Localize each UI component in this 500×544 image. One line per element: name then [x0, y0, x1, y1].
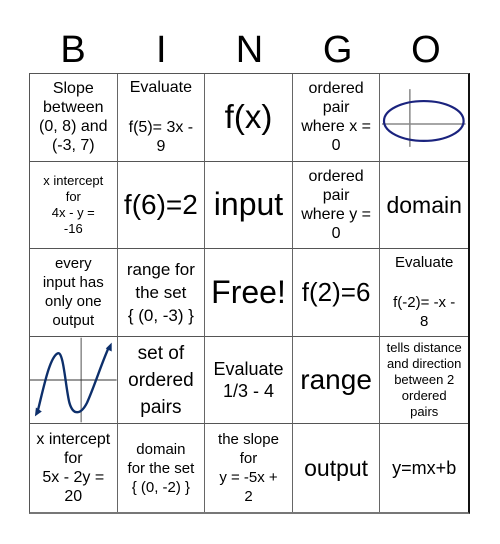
cell-text: output: [304, 455, 369, 482]
bingo-cell[interactable]: tells distance and direction between 2 o…: [380, 337, 468, 425]
bingo-cell[interactable]: input: [205, 161, 293, 250]
bingo-cell[interactable]: Evaluate f(5)= 3x - 9: [117, 74, 206, 162]
bingo-cell[interactable]: output: [293, 424, 381, 512]
cell-text: every input has only one output: [42, 255, 104, 330]
cell-text: set of ordered pairs: [128, 342, 194, 418]
cell-text: range for the set { (0, -3) }: [126, 259, 195, 325]
bingo-cell[interactable]: range: [292, 336, 381, 425]
cell-text: domain: [386, 191, 462, 218]
cell-expression: f(5)= 3x - 9: [128, 119, 194, 156]
cell-text: the slope for y = -5x + 2: [218, 431, 279, 506]
bingo-cell[interactable]: Slope between (0, 8) and (-3, 7): [30, 74, 118, 162]
bingo-cell[interactable]: ordered pair where x = 0: [292, 74, 381, 162]
bingo-cell[interactable]: range for the set { (0, -3) }: [117, 249, 206, 337]
bingo-cell[interactable]: set of ordered pairs: [117, 336, 206, 425]
header-letter-i: I: [156, 29, 167, 71]
bingo-cell[interactable]: every input has only one output: [30, 249, 118, 337]
cell-text: Evaluate 1/3 - 4: [213, 359, 284, 402]
cell-text: f(6)=2: [123, 188, 198, 220]
cell-text: tells distance and direction between 2 o…: [386, 340, 462, 420]
bingo-cell[interactable]: [30, 336, 118, 425]
cell-expression: f(-2)= -x - 8: [393, 294, 456, 331]
cell-text: y=mx+b: [392, 458, 457, 479]
cell-text: range: [300, 364, 372, 396]
bingo-cell[interactable]: f(2)=6: [292, 249, 381, 337]
bingo-cell[interactable]: the slope for y = -5x + 2: [205, 424, 293, 512]
cell-title: Evaluate: [395, 254, 454, 272]
bingo-cell[interactable]: f(6)=2: [117, 161, 206, 250]
bingo-cell[interactable]: x intercept for 4x - y = -16: [30, 161, 118, 250]
cell-text: domain for the set { (0, -2) }: [127, 440, 195, 496]
free-space: Free!: [211, 273, 286, 310]
bingo-cell[interactable]: domain for the set { (0, -2) }: [118, 424, 206, 512]
cell-text: ordered pair where x = 0: [301, 80, 371, 155]
ellipse-graph-icon: [382, 89, 466, 148]
evaluate-block: Evaluate f(-2)= -x - 8: [393, 253, 455, 331]
cell-text: x intercept for 4x - y = -16: [43, 172, 104, 236]
header-letter-n: N: [235, 29, 264, 71]
bingo-cell[interactable]: Evaluate f(-2)= -x - 8: [380, 249, 468, 337]
bingo-cell[interactable]: y=mx+b: [380, 424, 468, 512]
evaluate-block: Evaluate f(5)= 3x - 9: [129, 78, 193, 156]
header-letter-b: B: [60, 29, 86, 71]
bingo-header: B I N G O: [29, 26, 470, 74]
cell-text: input: [213, 186, 284, 223]
header-letter-g: G: [322, 29, 353, 71]
cell-text: f(2)=6: [301, 276, 371, 307]
cell-title: Evaluate: [129, 79, 193, 97]
header-letter-o: O: [411, 29, 441, 71]
bingo-cell[interactable]: ordered pair where y = 0: [292, 161, 381, 250]
bingo-cell[interactable]: Evaluate 1/3 - 4: [205, 336, 293, 425]
cubic-graph-icon: [30, 337, 117, 423]
bingo-cell[interactable]: [380, 74, 468, 162]
bingo-cell[interactable]: x intercept for 5x - 2y = 20: [30, 424, 118, 512]
bingo-cell[interactable]: Free!: [205, 249, 293, 337]
cell-text: Slope between (0, 8) and (-3, 7): [39, 80, 108, 155]
cell-text: f(x): [224, 98, 273, 136]
bingo-cell[interactable]: domain: [380, 162, 468, 250]
cell-text: x intercept for 5x - 2y = 20: [36, 431, 111, 506]
cell-text: ordered pair where y = 0: [301, 167, 371, 242]
bingo-cell[interactable]: f(x): [205, 74, 293, 162]
bingo-grid: Slope between (0, 8) and (-3, 7) Evaluat…: [29, 73, 470, 514]
